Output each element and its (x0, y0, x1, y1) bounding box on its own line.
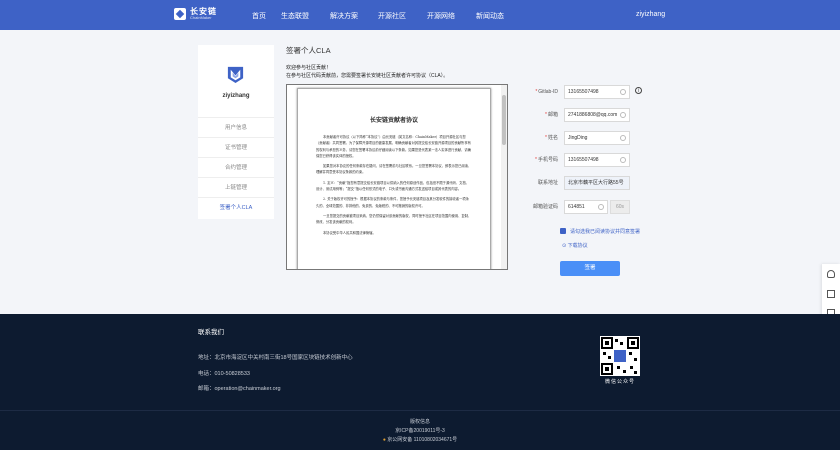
clear-icon[interactable] (620, 112, 626, 118)
user-menu[interactable]: ziyizhang (636, 11, 665, 18)
document-paragraph: 本贡献者许可协议（以下简称“本协议”）由长安链（英文名称：ChainMaker）… (316, 135, 471, 158)
field-label: 手机号码 (537, 157, 558, 163)
page-title: 签署个人CLA (286, 46, 331, 55)
document-paragraph: 2. 关于版权许可的授予：根据本协议的条款与条件，您授予长安链项目及其分发软件的… (316, 197, 469, 208)
document-paragraph: 如果您对本协议的任何条款存在疑问，请在签署前与社区联系。一旦您签署本协议，即表示… (316, 164, 472, 175)
address-input: 北京市藕平区大行路55号 (564, 176, 630, 190)
sidebar-item-certificates[interactable]: 证书管理 (198, 137, 274, 157)
field-label: 邮箱验证码 (532, 204, 558, 210)
qrcode-icon[interactable] (827, 290, 835, 298)
document-page: 长安链贡献者协议 本贡献者许可协议（以下简称“本协议”）由长安链（英文名称：Ch… (297, 88, 491, 269)
sidebar-item-cla[interactable]: 签署个人CLA (198, 197, 274, 217)
agree-label[interactable]: 请勾选我已阅读协议并同意签署 (570, 228, 640, 235)
footer: 联系我们 地址：北京市海淀区中关村南三街18号国家区块链技术创新中心 电话：01… (0, 314, 840, 450)
nav-solutions[interactable]: 解决方案 (330, 11, 358, 21)
police-record[interactable]: ● 京公网安备 11010802034671号 (0, 436, 840, 443)
wechat-qrcode (600, 336, 640, 376)
nav-home[interactable]: 首页 (252, 11, 266, 21)
sidebar-item-contracts[interactable]: 合约管理 (198, 157, 274, 177)
chainmaker-logo-icon (174, 8, 186, 20)
sidebar-item-onchain[interactable]: 上链管理 (198, 177, 274, 197)
document-paragraph: 本协议受中华人民共和国法律管辖。 (323, 230, 376, 235)
cla-document-viewer[interactable]: 长安链贡献者协议 本贡献者许可协议（以下简称“本协议”）由长安链（英文名称：Ch… (286, 84, 508, 270)
document-paragraph: 一旦您提交的贡献被项目采纳，您仍然保留对该贡献的版权，同时授予社区在项目范围内使… (316, 213, 472, 225)
cla-notice: 在参与社区代码贡献前，您需要签署长安链社区贡献者许可协议（CLA）。 (286, 73, 449, 79)
field-gitlab-id: *Gitlab-ID (535, 89, 558, 95)
nav-ecosystem[interactable]: 生态联盟 (281, 11, 309, 21)
headset-icon[interactable] (827, 270, 835, 278)
field-label: 邮箱 (547, 112, 558, 118)
field-email: *邮箱 (545, 112, 558, 118)
qrcode-caption: 微信公众号 (604, 379, 635, 385)
field-label: 联系地址 (537, 180, 558, 186)
document-paragraph: 1. 定义：“贡献”指您有意提交给长安链项目以供纳入的任何原创作品，包括但不限于… (316, 180, 470, 192)
field-address: 联系地址 (520, 176, 558, 190)
sidebar-username: ziyizhang (222, 93, 250, 99)
scrollbar-thumb[interactable] (502, 95, 506, 145)
field-label: 姓名 (547, 135, 558, 141)
sign-button[interactable]: 签署 (560, 261, 620, 276)
police-badge-icon: ● (382, 437, 386, 443)
footer-email[interactable]: 邮箱：operation@chainmaker.org (198, 384, 281, 392)
verify-code-input[interactable]: 614851 (564, 200, 608, 214)
footer-divider (0, 410, 840, 411)
nav-community[interactable]: 开源社区 (378, 11, 406, 21)
field-phone: *手机号码 (535, 157, 558, 163)
gitlab-id-input[interactable]: 13165507498 (564, 85, 630, 99)
footer-address: 地址：北京市海淀区中关村南三街18号国家区块链技术创新中心 (198, 355, 353, 361)
clear-icon[interactable] (598, 204, 604, 210)
logo[interactable]: 长安链 ChainMaker (174, 8, 217, 20)
field-verify-code: 邮箱验证码 (520, 200, 558, 214)
info-icon[interactable]: i (635, 87, 642, 94)
download-link[interactable]: ⊙ 下载协议 (562, 242, 588, 249)
avatar (227, 66, 244, 84)
copyright-title: 版权信息 (409, 419, 430, 425)
sidebar-item-user-info[interactable]: 用户信息 (198, 117, 274, 137)
agree-checkbox[interactable] (560, 228, 566, 234)
name-input[interactable]: JingDing (564, 131, 630, 145)
top-navbar: 长安链 ChainMaker 首页 生态联盟 解决方案 开源社区 开源网络 新闻… (0, 0, 840, 30)
field-label: Gitlab-ID (538, 89, 558, 95)
welcome-text: 欢迎参与社区贡献！ (286, 65, 332, 71)
clear-icon[interactable] (620, 89, 626, 95)
footer-contact-title: 联系我们 (198, 329, 224, 336)
nav-network[interactable]: 开源网络 (427, 11, 455, 21)
footer-phone: 电话：010-50828533 (198, 371, 250, 377)
clear-icon[interactable] (620, 135, 626, 141)
clear-icon[interactable] (620, 157, 626, 163)
icp-record[interactable]: 京ICP备20019011号-3 (0, 427, 840, 434)
send-code-button[interactable]: 60s (610, 200, 630, 214)
document-title: 长安链贡献者协议 (369, 117, 418, 124)
email-input[interactable]: 2741886808@qq.com (564, 108, 630, 122)
sidebar: ziyizhang 用户信息 证书管理 合约管理 上链管理 签署个人CLA (198, 45, 274, 219)
field-name: *姓名 (545, 135, 558, 141)
logo-subtitle: ChainMaker (190, 15, 212, 20)
nav-news[interactable]: 新闻动态 (476, 11, 504, 21)
phone-input[interactable]: 13165507498 (564, 153, 630, 167)
document-scrollbar[interactable] (501, 85, 507, 269)
